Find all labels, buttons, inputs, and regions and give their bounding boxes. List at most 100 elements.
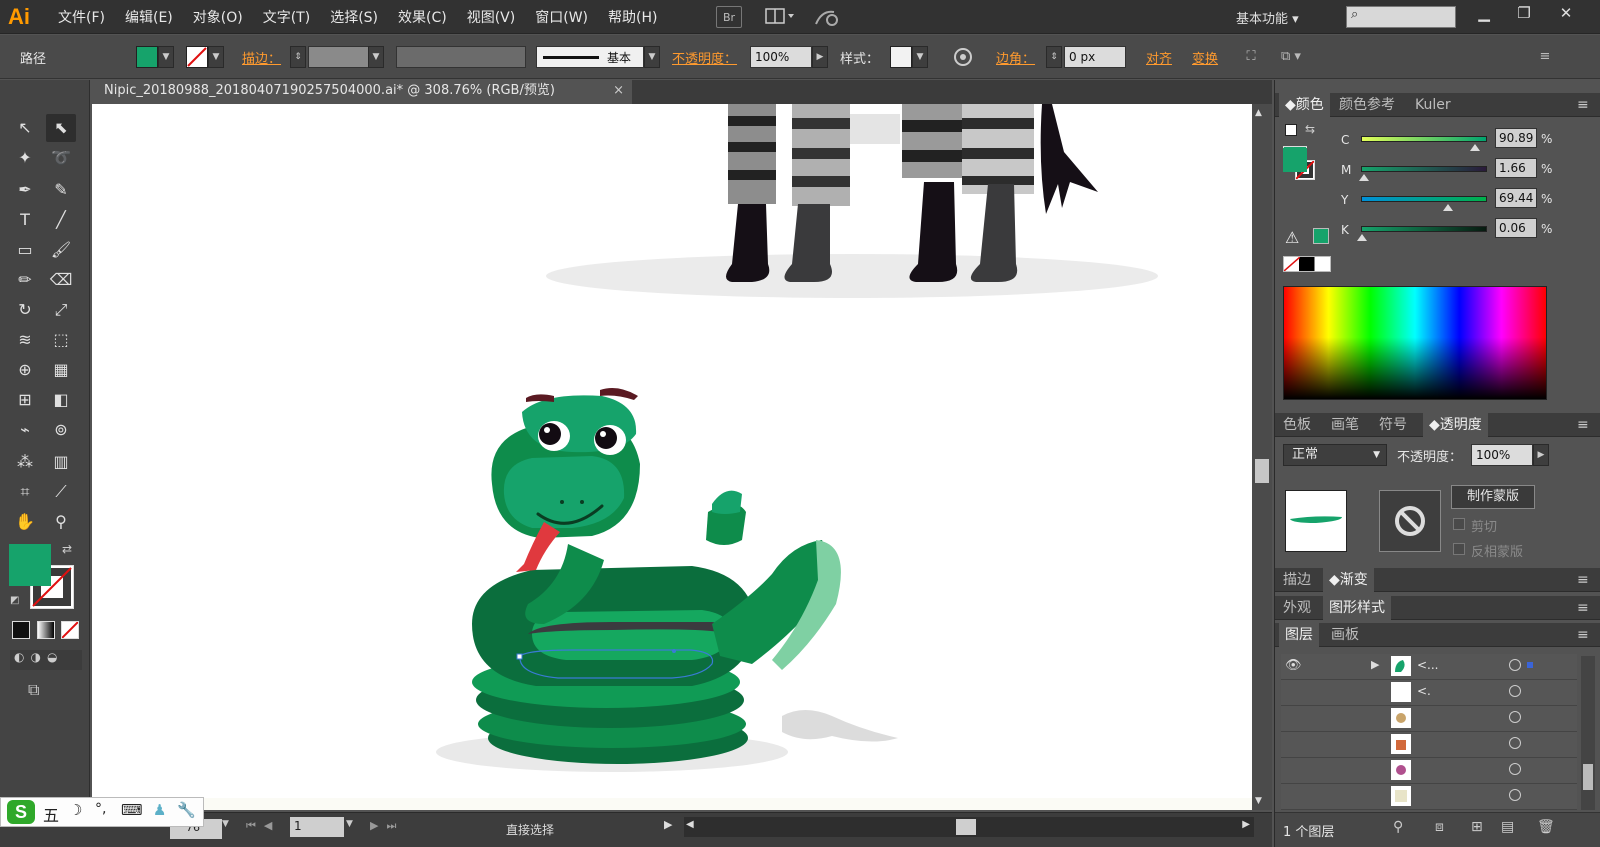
panel-opacity-dropdown[interactable]: ▶ (1533, 444, 1549, 466)
magic-wand-tool-icon[interactable]: ✦ (10, 144, 40, 172)
selection-tool-icon[interactable]: ↖ (10, 114, 40, 142)
horizontal-scroll-thumb[interactable] (956, 819, 976, 835)
new-layer-icon[interactable]: ▤ (1501, 819, 1514, 835)
line-tool-icon[interactable]: ╱ (46, 206, 76, 234)
channel-k-slider[interactable] (1357, 226, 1487, 241)
punctuation-icon[interactable]: °, (95, 801, 106, 817)
panel-menu-icon[interactable]: ≡ (1577, 93, 1589, 117)
user-icon[interactable]: ♟ (153, 801, 166, 819)
corner-label[interactable]: 边角： (996, 48, 1035, 67)
transform-link[interactable]: 变换 (1192, 48, 1218, 67)
tab-layers[interactable]: 图层 (1279, 623, 1319, 647)
panel-menu-icon[interactable]: ≡ (1577, 623, 1589, 647)
layer-row[interactable]: 👁 ▶ <... (1281, 654, 1577, 680)
panel-menu-icon[interactable]: ≡ (1532, 46, 1558, 68)
artboard-next-icons[interactable]: ▶⏭ (370, 819, 404, 833)
zoom-tool-icon[interactable]: ⚲ (46, 508, 76, 536)
swap-fill-stroke-icon[interactable]: ⇄ (62, 542, 72, 556)
gpu-performance-icon[interactable] (812, 6, 838, 28)
opacity-dropdown[interactable]: ▶ (812, 46, 828, 68)
slider-thumb[interactable] (1359, 174, 1370, 181)
menu-object[interactable]: 对象(O) (193, 7, 243, 27)
stroke-weight-stepper[interactable]: ⇕ (290, 46, 306, 68)
blend-mode-select[interactable]: 正常 ▼ (1283, 444, 1387, 466)
menu-window[interactable]: 窗口(W) (535, 7, 588, 27)
clipping-mask-icon[interactable]: ⧈ (1435, 819, 1444, 835)
slice-tool-icon[interactable]: ⟋ (46, 478, 76, 506)
workspace-switcher[interactable]: 基本功能 ▾ (1236, 8, 1299, 27)
expand-arrow-icon[interactable]: ▶ (1371, 658, 1379, 671)
curvature-tool-icon[interactable]: ✎ (46, 176, 76, 204)
artboard-canvas[interactable] (92, 104, 1272, 810)
slider-thumb[interactable] (1443, 204, 1454, 211)
draw-mode-icons[interactable]: ◐◑◒ (10, 650, 82, 670)
arrange-documents-icon[interactable] (764, 6, 794, 28)
tab-artboards[interactable]: 画板 (1331, 623, 1359, 647)
opacity-label[interactable]: 不透明度： (672, 48, 737, 67)
document-tab[interactable]: Nipic_20180988_20180407190257504000.ai* … (92, 80, 632, 104)
opacity-input[interactable]: 100% (750, 46, 812, 68)
layer-row[interactable]: <. (1281, 680, 1577, 706)
channel-c-input[interactable]: 90.89 (1495, 128, 1537, 148)
vertical-scrollbar[interactable]: ▲ ▼ (1252, 104, 1272, 810)
layer-row[interactable] (1281, 758, 1577, 784)
new-sublayer-icon[interactable]: ⊞ (1471, 819, 1483, 835)
panel-menu-icon[interactable]: ≡ (1577, 568, 1589, 592)
free-transform-tool-icon[interactable]: ⬚ (46, 326, 76, 354)
fill-stroke-mini-icon[interactable] (1285, 124, 1297, 136)
artboard-number-field[interactable]: 1 (290, 817, 344, 837)
wrench-icon[interactable]: 🔧 (177, 801, 196, 819)
color-spectrum[interactable] (1283, 286, 1547, 400)
slider-thumb[interactable] (1357, 234, 1368, 241)
scroll-down-icon[interactable]: ▼ (1255, 796, 1262, 806)
channel-m-input[interactable]: 1.66 (1495, 158, 1537, 178)
brush-dropdown[interactable]: ▼ (644, 46, 660, 68)
layer-row[interactable] (1281, 732, 1577, 758)
locate-object-icon[interactable]: ⚲ (1393, 819, 1403, 835)
tab-stroke[interactable]: 描边 (1283, 568, 1311, 592)
pencil-tool-icon[interactable]: ✏ (10, 266, 40, 294)
graphic-style-swatch[interactable] (890, 46, 912, 68)
stroke-swatch[interactable] (186, 46, 208, 68)
channel-y-slider[interactable] (1361, 196, 1487, 211)
minimize-button[interactable]: ▁ (1466, 2, 1502, 26)
gradient-mode-icon[interactable] (37, 621, 55, 639)
layer-name[interactable]: <... (1417, 658, 1439, 672)
target-circle-icon[interactable] (1509, 737, 1521, 749)
slider-thumb[interactable] (1469, 144, 1480, 151)
layer-row[interactable] (1281, 784, 1577, 810)
width-tool-icon[interactable]: ≋ (10, 326, 40, 354)
recolor-artwork-icon[interactable] (950, 46, 976, 68)
artboard-dropdown-icon[interactable]: ▼ (346, 819, 353, 829)
swap-icon[interactable]: ⇆ (1305, 122, 1315, 136)
out-of-gamut-warning-icon[interactable]: ⚠ (1285, 228, 1299, 247)
fill-swatch[interactable] (136, 46, 158, 68)
eye-icon[interactable]: 👁 (1285, 658, 1302, 673)
layer-name[interactable]: <. (1417, 684, 1431, 698)
tab-color-guide[interactable]: 颜色参考 (1339, 93, 1395, 117)
tab-color[interactable]: ◆颜色 (1279, 93, 1330, 117)
status-menu-icon[interactable]: ▶ (664, 818, 672, 831)
target-circle-icon[interactable] (1509, 789, 1521, 801)
variable-width-profile[interactable] (396, 46, 526, 68)
artboard-prev-icons[interactable]: ⏮◀ (246, 819, 280, 833)
menu-effect[interactable]: 效果(C) (398, 7, 447, 27)
moon-icon[interactable]: ☽ (69, 801, 82, 819)
symbol-sprayer-tool-icon[interactable]: ⁂ (10, 448, 40, 476)
column-graph-tool-icon[interactable]: ▥ (46, 448, 76, 476)
tab-brushes[interactable]: 画笔 (1331, 413, 1359, 437)
fill-color-front[interactable] (9, 544, 51, 586)
tab-graphic-styles[interactable]: 图形样式 (1323, 596, 1391, 620)
artboard-tool-icon[interactable]: ⌗ (10, 478, 40, 506)
scroll-up-icon[interactable]: ▲ (1255, 108, 1262, 118)
menu-file[interactable]: 文件(F) (58, 7, 105, 27)
invert-mask-checkbox[interactable] (1453, 543, 1465, 555)
make-mask-button[interactable]: 制作蒙版 (1451, 485, 1535, 509)
pen-tool-icon[interactable]: ✒ (10, 176, 40, 204)
type-tool-icon[interactable]: T (10, 206, 40, 234)
tab-appearance[interactable]: 外观 (1283, 596, 1311, 620)
stroke-dropdown[interactable]: ▼ (208, 46, 224, 68)
graphic-style-dropdown[interactable]: ▼ (912, 46, 928, 68)
delete-layer-icon[interactable]: 🗑 (1537, 819, 1555, 835)
channel-y-input[interactable]: 69.44 (1495, 188, 1537, 208)
